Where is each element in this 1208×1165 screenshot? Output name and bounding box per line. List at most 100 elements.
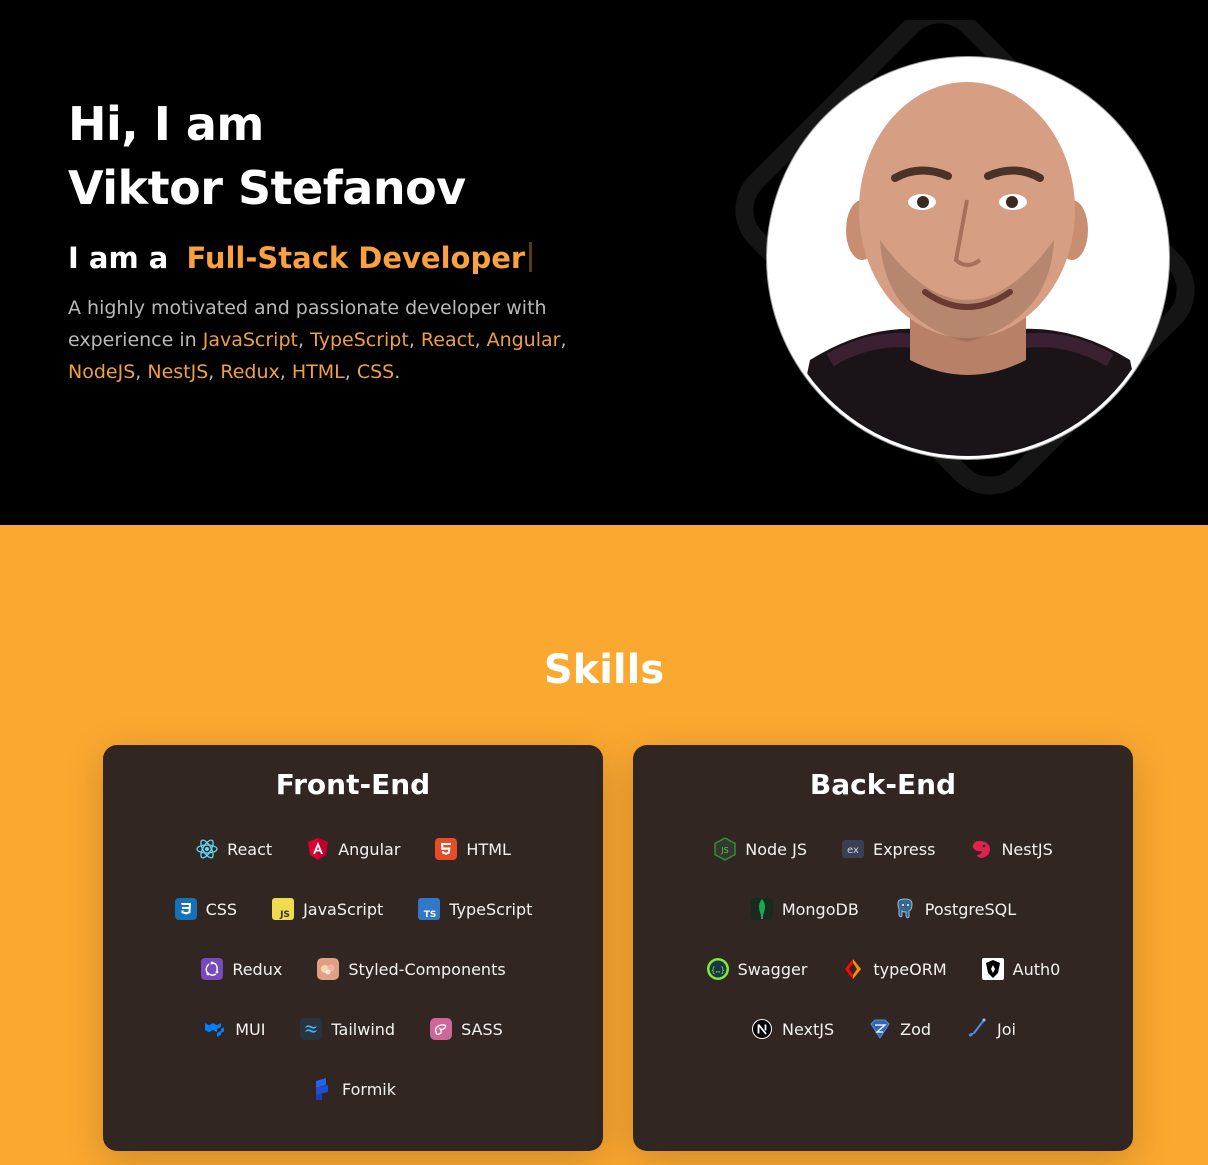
skill-label: CSS [205,899,238,919]
skill-label: typeORM [873,959,947,979]
typescript-icon: TS [417,897,441,921]
skill-label: Styled-Components [348,959,506,979]
hero-text-block: Hi, I am Viktor Stefanov I am a Full-Sta… [68,92,708,388]
skill-label: HTML [466,839,511,859]
skill-label: MongoDB [781,899,859,919]
skill-label: Redux [232,959,283,979]
skill-formik: Formik [310,1077,396,1101]
role-line: I am a Full-Stack Developer [68,238,708,278]
skill-nodejs: JS Node JS [713,837,807,861]
tech-nodejs: NodeJS [68,361,136,383]
skill-postgresql: PostgreSQL [893,897,1016,921]
tech-redux: Redux [220,361,280,383]
tech-typescript: TypeScript [310,329,409,351]
skill-nestjs: NestJS [969,837,1053,861]
skill-joi: Joi [965,1017,1016,1041]
skill-label: React [227,839,273,859]
skill-row: Redux Styled-Components [103,954,603,984]
tech-react: React [420,329,475,351]
skill-sass: SASS [429,1017,503,1041]
hero-diagonal-divider [0,500,1208,525]
skill-styled-components: Styled-Components [316,957,506,981]
skill-label: Formik [341,1079,396,1099]
svg-text:TS: TS [424,910,437,920]
avatar [767,57,1169,459]
tech-javascript: JavaScript [202,329,298,351]
backend-card-title: Back-End [809,768,957,801]
tailwind-icon [299,1017,323,1041]
skill-row: React Angular HTML [103,834,603,864]
skill-label: Swagger [737,959,808,979]
skill-row: MUI Tailwind SASS [103,1014,603,1044]
skill-label: Tailwind [331,1019,396,1039]
skill-javascript: JS JavaScript [271,897,383,921]
formik-icon [310,1077,334,1101]
intro-text: A highly motivated and passionate develo… [68,297,547,351]
skill-row: NextJS Zod Joi [633,1014,1133,1044]
typeorm-icon [841,957,865,981]
sass-icon [429,1017,453,1041]
skill-row: {…} Swagger typeORM Auth0 [633,954,1133,984]
skill-label: SASS [461,1019,503,1039]
skill-row: JS Node JS ex Express NestJS [633,834,1133,864]
greeting-heading: Hi, I am Viktor Stefanov [68,92,708,220]
svg-text:{…}: {…} [710,966,724,975]
avatar-portrait [770,60,1166,456]
skill-auth0: Auth0 [981,957,1061,981]
skill-row: CSS JS JavaScript TS TypeScript [103,894,603,924]
intro-paragraph: A highly motivated and passionate develo… [68,297,567,383]
skill-label: JavaScript [303,899,384,919]
tech-nestjs: NestJS [147,361,209,383]
skill-angular: Angular [306,837,400,861]
skill-label: PostgreSQL [924,899,1017,919]
skill-zod: Zod [868,1017,931,1041]
frontend-skills-card: Front-End React Angular HTML CSS JS Java… [103,745,603,1151]
skill-label: Auth0 [1012,959,1061,979]
skill-react: React [195,837,272,861]
skill-label: Angular [338,839,401,859]
skill-row: MongoDB PostgreSQL [633,894,1133,924]
role-prefix: I am a [68,241,169,275]
mui-icon [203,1017,227,1041]
hero-section: Hi, I am Viktor Stefanov I am a Full-Sta… [0,0,1208,525]
skill-label: NestJS [1001,839,1053,859]
express-icon: ex [841,837,865,861]
skill-css: CSS [174,897,237,921]
html-icon [434,837,458,861]
nextjs-icon [750,1017,774,1041]
skill-label: Zod [900,1019,932,1039]
skill-nextjs: NextJS [750,1017,834,1041]
tech-angular: Angular [486,329,561,351]
svg-text:ex: ex [847,845,859,856]
skill-label: Node JS [745,839,807,859]
javascript-icon: JS [271,897,295,921]
name-text: Viktor Stefanov [68,161,466,215]
skill-mui: MUI [203,1017,265,1041]
skill-tailwind: Tailwind [299,1017,395,1041]
redux-icon [200,957,224,981]
skills-heading: Skills [543,647,665,693]
joi-icon [965,1017,989,1041]
skill-label: NextJS [781,1019,835,1039]
auth0-icon [981,957,1005,981]
skill-label: Express [872,839,936,859]
backend-skills-card: Back-End JS Node JS ex Express NestJS Mo… [633,745,1133,1151]
skill-label: Joi [997,1019,1016,1039]
skill-label: MUI [235,1019,266,1039]
styled-components-icon [316,957,340,981]
skill-html: HTML [434,837,511,861]
typing-cursor [529,242,533,272]
mongodb-icon [750,897,774,921]
greeting-text: Hi, I am [68,97,264,151]
nestjs-icon [969,837,993,861]
swagger-icon: {…} [706,957,730,981]
zod-icon [868,1017,892,1041]
skill-mongodb: MongoDB [750,897,859,921]
svg-text:JS: JS [721,846,729,855]
skill-typeorm: typeORM [841,957,947,981]
skill-typescript: TS TypeScript [417,897,532,921]
skill-redux: Redux [200,957,282,981]
skill-label: TypeScript [449,899,533,919]
frontend-card-title: Front-End [275,768,431,801]
svg-text:JS: JS [279,910,290,920]
